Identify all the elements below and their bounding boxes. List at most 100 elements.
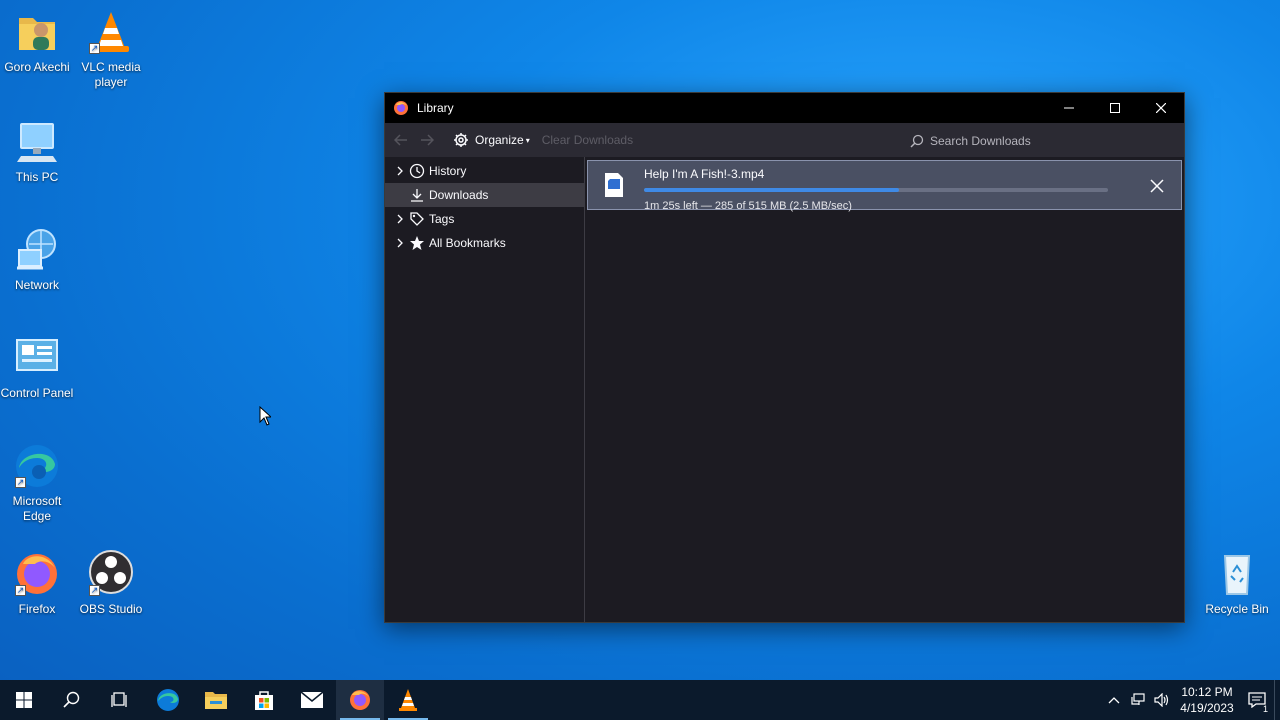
notification-badge: 1 [1262, 704, 1268, 714]
organize-menu-button[interactable]: Organize ▾ [453, 132, 530, 148]
search-icon [910, 134, 924, 148]
search-downloads-input[interactable]: Search Downloads [904, 129, 1180, 153]
computer-icon [13, 118, 61, 166]
firefox-icon [393, 100, 409, 116]
taskbar-firefox-button[interactable] [336, 680, 384, 720]
show-hidden-icons-button[interactable] [1102, 680, 1126, 720]
desktop-icon-edge[interactable]: ↗ Microsoft Edge [0, 442, 74, 524]
taskbar-vlc-button[interactable] [384, 680, 432, 720]
tag-icon [409, 211, 425, 227]
chevron-up-icon [1108, 697, 1120, 704]
desktop-icon-label: Network [14, 278, 59, 292]
clear-downloads-button[interactable]: Clear Downloads [542, 133, 633, 147]
download-filename: Help I'm A Fish!-3.mp4 [644, 167, 765, 181]
shortcut-arrow-icon: ↗ [15, 477, 26, 488]
close-button[interactable] [1138, 93, 1184, 123]
back-arrow-icon [394, 134, 407, 146]
volume-button[interactable] [1150, 680, 1174, 720]
cancel-download-button[interactable] [1149, 178, 1165, 194]
search-placeholder: Search Downloads [930, 134, 1031, 148]
edge-icon: ↗ [13, 442, 61, 490]
close-icon [1156, 103, 1166, 113]
gear-icon [454, 133, 468, 147]
vlc-cone-icon [399, 689, 417, 711]
desktop-icon-network[interactable]: Network [0, 226, 74, 293]
desktop-icon-label: Goro Akechi [4, 60, 70, 74]
sidebar-item-tags[interactable]: Tags [385, 207, 584, 231]
desktop-icon-label: Firefox [18, 602, 56, 616]
taskbar: 10:12 PM 4/19/2023 1 [0, 680, 1280, 720]
chevron-right-icon[interactable] [393, 238, 407, 248]
control-panel-icon [13, 334, 61, 382]
maximize-button[interactable] [1092, 93, 1138, 123]
library-toolbar: Organize ▾ Clear Downloads Search Downlo… [385, 123, 1184, 157]
network-status-button[interactable] [1126, 680, 1150, 720]
vlc-cone-icon: ↗ [87, 8, 135, 56]
desktop-icon-this-pc[interactable]: This PC [0, 118, 74, 185]
desktop-icon-label: Control Panel [0, 386, 74, 400]
downloads-list: Help I'm A Fish!-3.mp4 1m 25s left — 285… [585, 157, 1184, 622]
sidebar-item-downloads[interactable]: Downloads [385, 183, 584, 207]
show-desktop-button[interactable] [1274, 680, 1280, 720]
user-folder-icon [13, 8, 61, 56]
maximize-icon [1110, 103, 1120, 113]
desktop-icon-label: Microsoft Edge [12, 494, 62, 523]
taskbar-clock[interactable]: 10:12 PM 4/19/2023 [1174, 684, 1240, 716]
desktop-icon-recycle-bin[interactable]: Recycle Bin [1200, 550, 1274, 617]
download-progress-bar [644, 188, 1108, 192]
firefox-icon [350, 690, 370, 710]
library-sidebar: History Downloads Tags All Bookmarks [385, 157, 585, 622]
chevron-right-icon[interactable] [393, 214, 407, 224]
mouse-cursor-icon [259, 405, 273, 429]
forward-button[interactable] [415, 128, 439, 152]
store-bag-icon [255, 691, 273, 710]
search-icon [63, 691, 80, 708]
system-tray: 10:12 PM 4/19/2023 1 [1102, 680, 1280, 720]
windows-logo-icon [16, 692, 32, 708]
sidebar-item-all-bookmarks[interactable]: All Bookmarks [385, 231, 584, 255]
window-title: Library [417, 101, 454, 115]
desktop-icon-vlc[interactable]: ↗ VLC media player [74, 8, 148, 90]
sidebar-item-label: Downloads [429, 188, 489, 202]
taskbar-mail-button[interactable] [288, 680, 336, 720]
sidebar-item-label: History [429, 164, 467, 178]
library-window: Library Organize ▾ Clear Downloads Searc… [384, 92, 1185, 623]
desktop-icon-label: OBS Studio [79, 602, 143, 616]
minimize-button[interactable] [1046, 93, 1092, 123]
sidebar-item-history[interactable]: History [385, 159, 584, 183]
desktop-icon-goro-akechi[interactable]: Goro Akechi [0, 8, 74, 75]
taskbar-store-button[interactable] [240, 680, 288, 720]
action-center-button[interactable]: 1 [1240, 680, 1274, 720]
download-icon [409, 187, 425, 203]
desktop-icon-obs[interactable]: ↗ OBS Studio [74, 550, 148, 617]
firefox-icon: ↗ [13, 550, 61, 598]
download-item[interactable]: Help I'm A Fish!-3.mp4 1m 25s left — 285… [587, 160, 1182, 212]
shortcut-arrow-icon: ↗ [89, 43, 100, 54]
desktop-icon-control-panel[interactable]: Control Panel [0, 334, 74, 401]
close-icon [1150, 179, 1164, 193]
star-icon [409, 235, 425, 251]
window-titlebar[interactable]: Library [385, 93, 1184, 123]
taskbar-edge-button[interactable] [144, 680, 192, 720]
start-button[interactable] [0, 680, 48, 720]
task-view-button[interactable] [96, 680, 144, 720]
search-button[interactable] [48, 680, 96, 720]
speaker-icon [1154, 693, 1169, 707]
shortcut-arrow-icon: ↗ [15, 585, 26, 596]
network-globe-icon [13, 226, 61, 274]
clock-date: 4/19/2023 [1180, 701, 1234, 715]
desktop-icon-label: This PC [15, 170, 59, 184]
chevron-right-icon[interactable] [393, 166, 407, 176]
folder-icon [205, 692, 227, 709]
mail-icon [300, 691, 324, 708]
clock-time: 10:12 PM [1181, 685, 1233, 699]
shortcut-arrow-icon: ↗ [89, 585, 100, 596]
sidebar-item-label: Tags [429, 212, 455, 226]
taskbar-file-explorer-button[interactable] [192, 680, 240, 720]
download-status: 1m 25s left — 285 of 515 MB (2.5 MB/sec) [644, 200, 852, 212]
network-icon [1131, 693, 1145, 705]
desktop-icon-firefox[interactable]: ↗ Firefox [0, 550, 74, 617]
obs-icon: ↗ [87, 550, 135, 598]
back-button[interactable] [389, 128, 413, 152]
organize-label: Organize [475, 133, 524, 147]
